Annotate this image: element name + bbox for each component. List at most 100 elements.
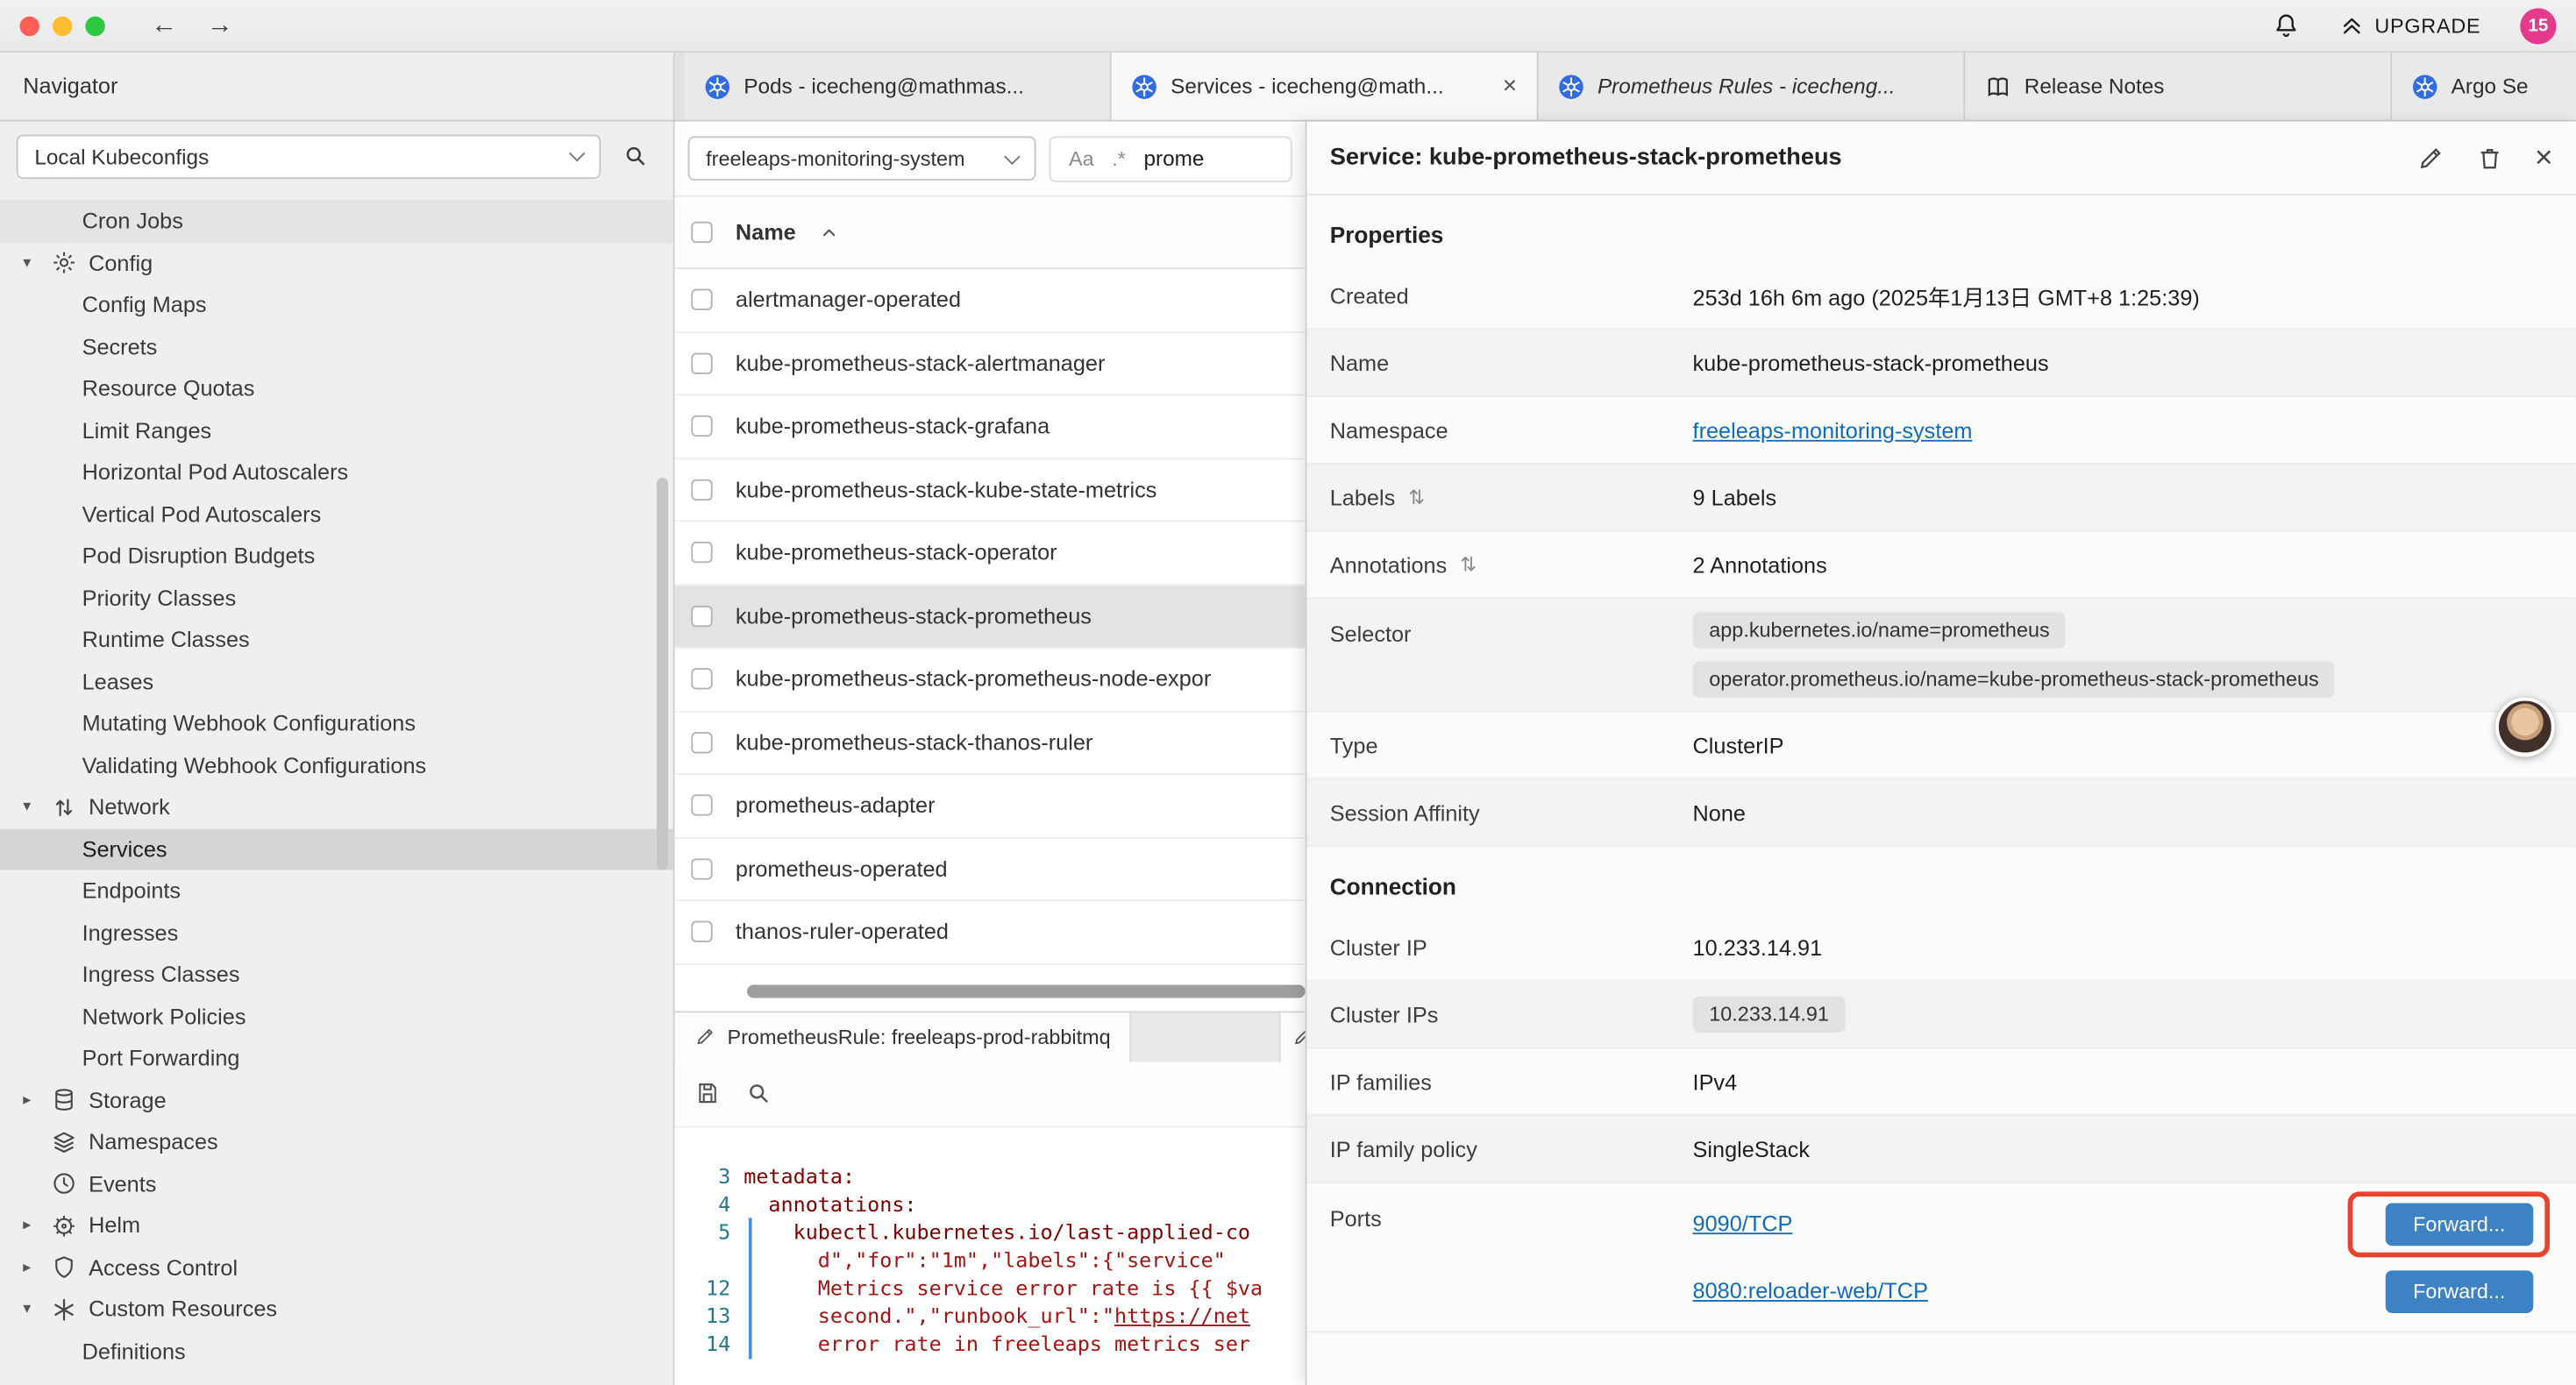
- save-icon[interactable]: [694, 1080, 721, 1106]
- row-checkbox[interactable]: [691, 921, 712, 942]
- table-row-kube-prometheus-stack-operator[interactable]: kube-prometheus-stack-operator: [675, 522, 1306, 585]
- tree-caret-icon[interactable]: ▸: [23, 1259, 51, 1277]
- sidebar-item-endpoints[interactable]: Endpoints: [0, 870, 673, 912]
- close-icon[interactable]: ×: [2535, 142, 2553, 174]
- table-row-kube-prometheus-stack-kube-state-metrics[interactable]: kube-prometheus-stack-kube-state-metrics: [675, 458, 1306, 522]
- row-checkbox[interactable]: [691, 669, 712, 690]
- row-checkbox[interactable]: [691, 858, 712, 879]
- upgrade-button[interactable]: UPGRADE: [2340, 13, 2480, 38]
- window-minimize-button[interactable]: [53, 16, 72, 35]
- table-row-kube-prometheus-stack-thanos-ruler[interactable]: kube-prometheus-stack-thanos-ruler: [675, 712, 1306, 775]
- sort-ascending-icon[interactable]: [819, 223, 838, 242]
- sidebar-item-horizontal-pod-autoscalers[interactable]: Horizontal Pod Autoscalers: [0, 451, 673, 494]
- sidebar-item-storage[interactable]: ▸Storage: [0, 1079, 673, 1121]
- kubeconfig-select[interactable]: Local Kubeconfigs: [17, 134, 601, 179]
- table-row-thanos-ruler-operated[interactable]: thanos-ruler-operated: [675, 901, 1306, 964]
- sidebar-item-services[interactable]: Services: [0, 828, 673, 870]
- sidebar-item-namespaces[interactable]: Namespaces: [0, 1121, 673, 1163]
- row-checkbox[interactable]: [691, 795, 712, 816]
- port-link[interactable]: 8080:reloader-web/TCP: [1693, 1279, 1928, 1303]
- editor-line: 13 second.","runbook_url":"https://net: [675, 1301, 1306, 1329]
- row-checkbox[interactable]: [691, 479, 712, 500]
- sidebar-item-pod-disruption-budgets[interactable]: Pod Disruption Budgets: [0, 535, 673, 577]
- select-all-checkbox[interactable]: [691, 222, 712, 243]
- sidebar-item-resource-quotas[interactable]: Resource Quotas: [0, 367, 673, 409]
- regex-toggle[interactable]: .*: [1112, 147, 1126, 170]
- tree-caret-icon[interactable]: ▸: [23, 1091, 51, 1110]
- table-row-prometheus-operated[interactable]: prometheus-operated: [675, 838, 1306, 901]
- sidebar-item-network[interactable]: ▾Network: [0, 786, 673, 828]
- sidebar-item-events[interactable]: Events: [0, 1163, 673, 1205]
- table-row-kube-prometheus-stack-prometheus-node-ex[interactable]: kube-prometheus-stack-prometheus-node-ex…: [675, 649, 1306, 712]
- sidebar-item-limit-ranges[interactable]: Limit Ranges: [0, 409, 673, 451]
- sidebar-item-port-forwarding[interactable]: Port Forwarding: [0, 1037, 673, 1079]
- table-horizontal-scrollbar[interactable]: [747, 984, 1306, 998]
- row-checkbox[interactable]: [691, 352, 712, 373]
- sidebar-item-mutating-webhook-configurations[interactable]: Mutating Webhook Configurations: [0, 702, 673, 744]
- yaml-editor[interactable]: 3metadata:4 annotations:5 kubectl.kubern…: [675, 1126, 1306, 1384]
- edit-pencil-icon[interactable]: [2416, 144, 2444, 172]
- namespace-link[interactable]: freeleaps-monitoring-system: [1693, 418, 1973, 443]
- namespace-filter-select[interactable]: freeleaps-monitoring-system: [688, 136, 1036, 181]
- sidebar-item-cron-jobs[interactable]: Cron Jobs: [0, 200, 673, 242]
- forward-button[interactable]: →: [207, 11, 233, 40]
- sidebar-item-config-maps[interactable]: Config Maps: [0, 284, 673, 326]
- row-checkbox[interactable]: [691, 542, 712, 563]
- sidebar-item-secrets[interactable]: Secrets: [0, 326, 673, 368]
- forward-button[interactable]: Forward...: [2385, 1203, 2533, 1246]
- sidebar-item-leases[interactable]: Leases: [0, 661, 673, 703]
- match-case-toggle[interactable]: Aa: [1069, 147, 1094, 170]
- tree-caret-icon[interactable]: ▾: [23, 1300, 51, 1318]
- row-checkbox[interactable]: [691, 732, 712, 753]
- sidebar-item-ingresses[interactable]: Ingresses: [0, 912, 673, 954]
- tab-services-icecheng-math[interactable]: Services - icecheng@math...×: [1112, 53, 1539, 120]
- sidebar-item-runtime-classes[interactable]: Runtime Classes: [0, 619, 673, 661]
- floating-avatar[interactable]: [2495, 698, 2554, 756]
- notifications-bell-icon[interactable]: [2273, 11, 2301, 39]
- search-input[interactable]: Aa .* prome: [1050, 135, 1292, 181]
- notification-count-badge[interactable]: 15: [2520, 7, 2556, 43]
- sidebar-item-access-control[interactable]: ▸Access Control: [0, 1246, 673, 1289]
- sidebar-item-priority-classes[interactable]: Priority Classes: [0, 577, 673, 619]
- close-icon[interactable]: ×: [1503, 74, 1517, 98]
- sidebar-item-ingress-classes[interactable]: Ingress Classes: [0, 954, 673, 996]
- search-icon[interactable]: [745, 1080, 772, 1106]
- sidebar-item-validating-webhook-configurations[interactable]: Validating Webhook Configurations: [0, 744, 673, 786]
- window-zoom-button[interactable]: [85, 16, 104, 35]
- row-checkbox[interactable]: [691, 416, 712, 437]
- table-row-prometheus-adapter[interactable]: prometheus-adapter: [675, 775, 1306, 838]
- sidebar-item-definitions[interactable]: Definitions: [0, 1331, 673, 1373]
- sidebar-item-custom-resources[interactable]: ▾Custom Resources: [0, 1289, 673, 1331]
- sidebar-item-config[interactable]: ▾Config: [0, 242, 673, 284]
- dock-tab-prometheusrule[interactable]: PrometheusRule: freeleaps-prod-rabbitmq: [675, 1012, 1132, 1061]
- tab-release-notes[interactable]: Release Notes: [1965, 53, 2392, 120]
- tree-caret-icon[interactable]: ▸: [23, 1217, 51, 1235]
- table-row-kube-prometheus-stack-prometheus[interactable]: kube-prometheus-stack-prometheus: [675, 586, 1306, 649]
- tree-caret-icon[interactable]: ▾: [23, 254, 51, 273]
- sort-toggle-icon[interactable]: ⇅: [1408, 486, 1425, 508]
- window-close-button[interactable]: [19, 16, 39, 35]
- column-header-name[interactable]: Name: [736, 220, 796, 245]
- scrollbar-thumb[interactable]: [747, 984, 1306, 998]
- forward-button[interactable]: Forward...: [2385, 1269, 2533, 1312]
- tab-pods-icecheng-mathmas[interactable]: Pods - icecheng@mathmas...: [685, 53, 1112, 120]
- row-checkbox[interactable]: [691, 605, 712, 626]
- sort-toggle-icon[interactable]: ⇅: [1460, 553, 1477, 576]
- tab-strip: Navigator Pods - icecheng@mathmas...Serv…: [0, 53, 2576, 122]
- table-row-kube-prometheus-stack-alertmanager[interactable]: kube-prometheus-stack-alertmanager: [675, 332, 1306, 395]
- sidebar-item-network-policies[interactable]: Network Policies: [0, 996, 673, 1038]
- tree-caret-icon[interactable]: ▾: [23, 799, 51, 817]
- tab-prometheus-rules-icecheng[interactable]: Prometheus Rules - icecheng...: [1539, 53, 1966, 120]
- sidebar-scrollbar[interactable]: [657, 478, 668, 870]
- row-checkbox[interactable]: [691, 289, 712, 310]
- tab-argo-se[interactable]: Argo Se: [2392, 53, 2576, 120]
- table-row-alertmanager-operated[interactable]: alertmanager-operated: [675, 269, 1306, 332]
- back-button[interactable]: ←: [151, 11, 177, 40]
- port-link[interactable]: 9090/TCP: [1693, 1211, 1793, 1236]
- sidebar-item-helm[interactable]: ▸Helm: [0, 1204, 673, 1246]
- trash-icon[interactable]: [2476, 144, 2504, 172]
- sidebar-item-vertical-pod-autoscalers[interactable]: Vertical Pod Autoscalers: [0, 494, 673, 536]
- dock-tab-partial[interactable]: [1279, 1012, 1306, 1061]
- table-row-kube-prometheus-stack-grafana[interactable]: kube-prometheus-stack-grafana: [675, 395, 1306, 458]
- sidebar-search-button[interactable]: [614, 135, 657, 178]
